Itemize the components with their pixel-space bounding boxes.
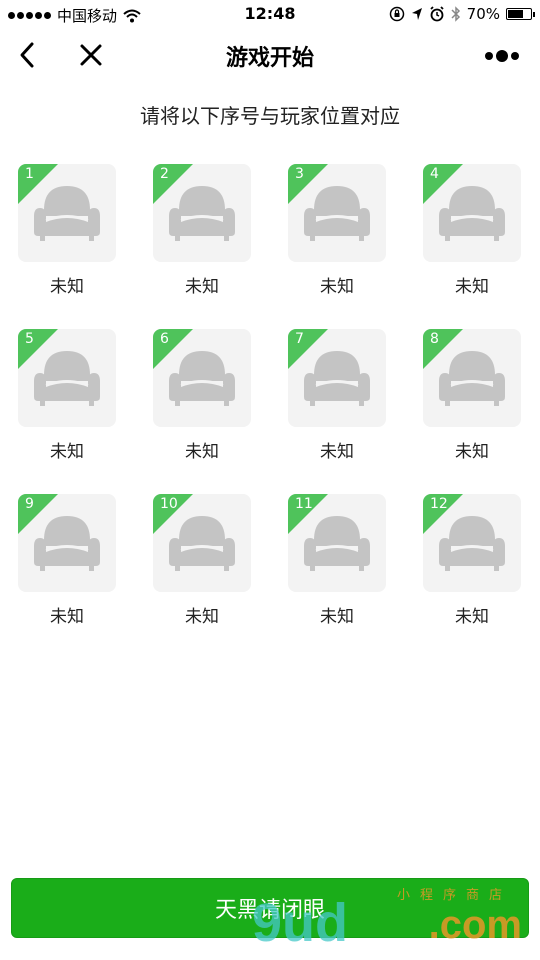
- status-bar: 中国移动 12:48 70%: [0, 0, 540, 28]
- sofa-icon: [438, 515, 506, 572]
- seat-card[interactable]: 11: [288, 494, 386, 592]
- sofa-icon: [33, 515, 101, 572]
- seat-label: 未知: [50, 442, 84, 462]
- seat-item[interactable]: 2 未知: [153, 164, 251, 297]
- seat-item[interactable]: 5 未知: [18, 329, 116, 462]
- sofa-icon: [33, 350, 101, 407]
- sofa-icon: [168, 185, 236, 242]
- seat-label: 未知: [320, 442, 354, 462]
- seat-card[interactable]: 10: [153, 494, 251, 592]
- seat-label: 未知: [185, 607, 219, 627]
- more-options-icon[interactable]: [484, 48, 520, 64]
- sofa-icon: [303, 515, 371, 572]
- seat-card[interactable]: 5: [18, 329, 116, 427]
- seat-label: 未知: [320, 607, 354, 627]
- seat-item[interactable]: 4 未知: [423, 164, 521, 297]
- alarm-icon: [430, 6, 444, 22]
- sofa-icon: [168, 515, 236, 572]
- instruction-text: 请将以下序号与玩家位置对应: [140, 104, 400, 128]
- sofa-icon: [303, 185, 371, 242]
- battery-percent: 70%: [466, 5, 500, 23]
- night-start-button[interactable]: 天黑请闭眼: [11, 878, 529, 938]
- seat-item[interactable]: 9 未知: [18, 494, 116, 627]
- seat-item[interactable]: 12 未知: [423, 494, 521, 627]
- seat-card[interactable]: 1: [18, 164, 116, 262]
- seat-label: 未知: [50, 607, 84, 627]
- seat-label: 未知: [455, 607, 489, 627]
- location-icon: [411, 8, 422, 20]
- seat-item[interactable]: 1 未知: [18, 164, 116, 297]
- seat-card[interactable]: 9: [18, 494, 116, 592]
- sofa-icon: [438, 185, 506, 242]
- seat-label: 未知: [185, 442, 219, 462]
- battery-icon: [506, 8, 535, 20]
- seat-label: 未知: [185, 277, 219, 297]
- seat-card[interactable]: 8: [423, 329, 521, 427]
- seat-card[interactable]: 6: [153, 329, 251, 427]
- seat-label: 未知: [320, 277, 354, 297]
- seat-card[interactable]: 4: [423, 164, 521, 262]
- seat-label: 未知: [455, 442, 489, 462]
- seat-card[interactable]: 7: [288, 329, 386, 427]
- status-right: 70%: [389, 5, 535, 23]
- seat-card[interactable]: 2: [153, 164, 251, 262]
- sofa-icon: [33, 185, 101, 242]
- seat-item[interactable]: 7 未知: [288, 329, 386, 462]
- seat-label: 未知: [455, 277, 489, 297]
- page-title: 游戏开始: [225, 46, 314, 71]
- seat-item[interactable]: 10 未知: [153, 494, 251, 627]
- seat-card[interactable]: 3: [288, 164, 386, 262]
- sofa-icon: [438, 350, 506, 407]
- seat-card[interactable]: 12: [423, 494, 521, 592]
- nav-bar: 游戏开始: [0, 28, 540, 82]
- seat-item[interactable]: 6 未知: [153, 329, 251, 462]
- rotation-lock-icon: [389, 6, 404, 22]
- sofa-icon: [303, 350, 371, 407]
- seat-item[interactable]: 3 未知: [288, 164, 386, 297]
- seat-label: 未知: [50, 277, 84, 297]
- sofa-icon: [168, 350, 236, 407]
- seat-item[interactable]: 11 未知: [288, 494, 386, 627]
- bluetooth-icon: [451, 6, 460, 22]
- seat-item[interactable]: 8 未知: [423, 329, 521, 462]
- battery-fill: [508, 10, 523, 18]
